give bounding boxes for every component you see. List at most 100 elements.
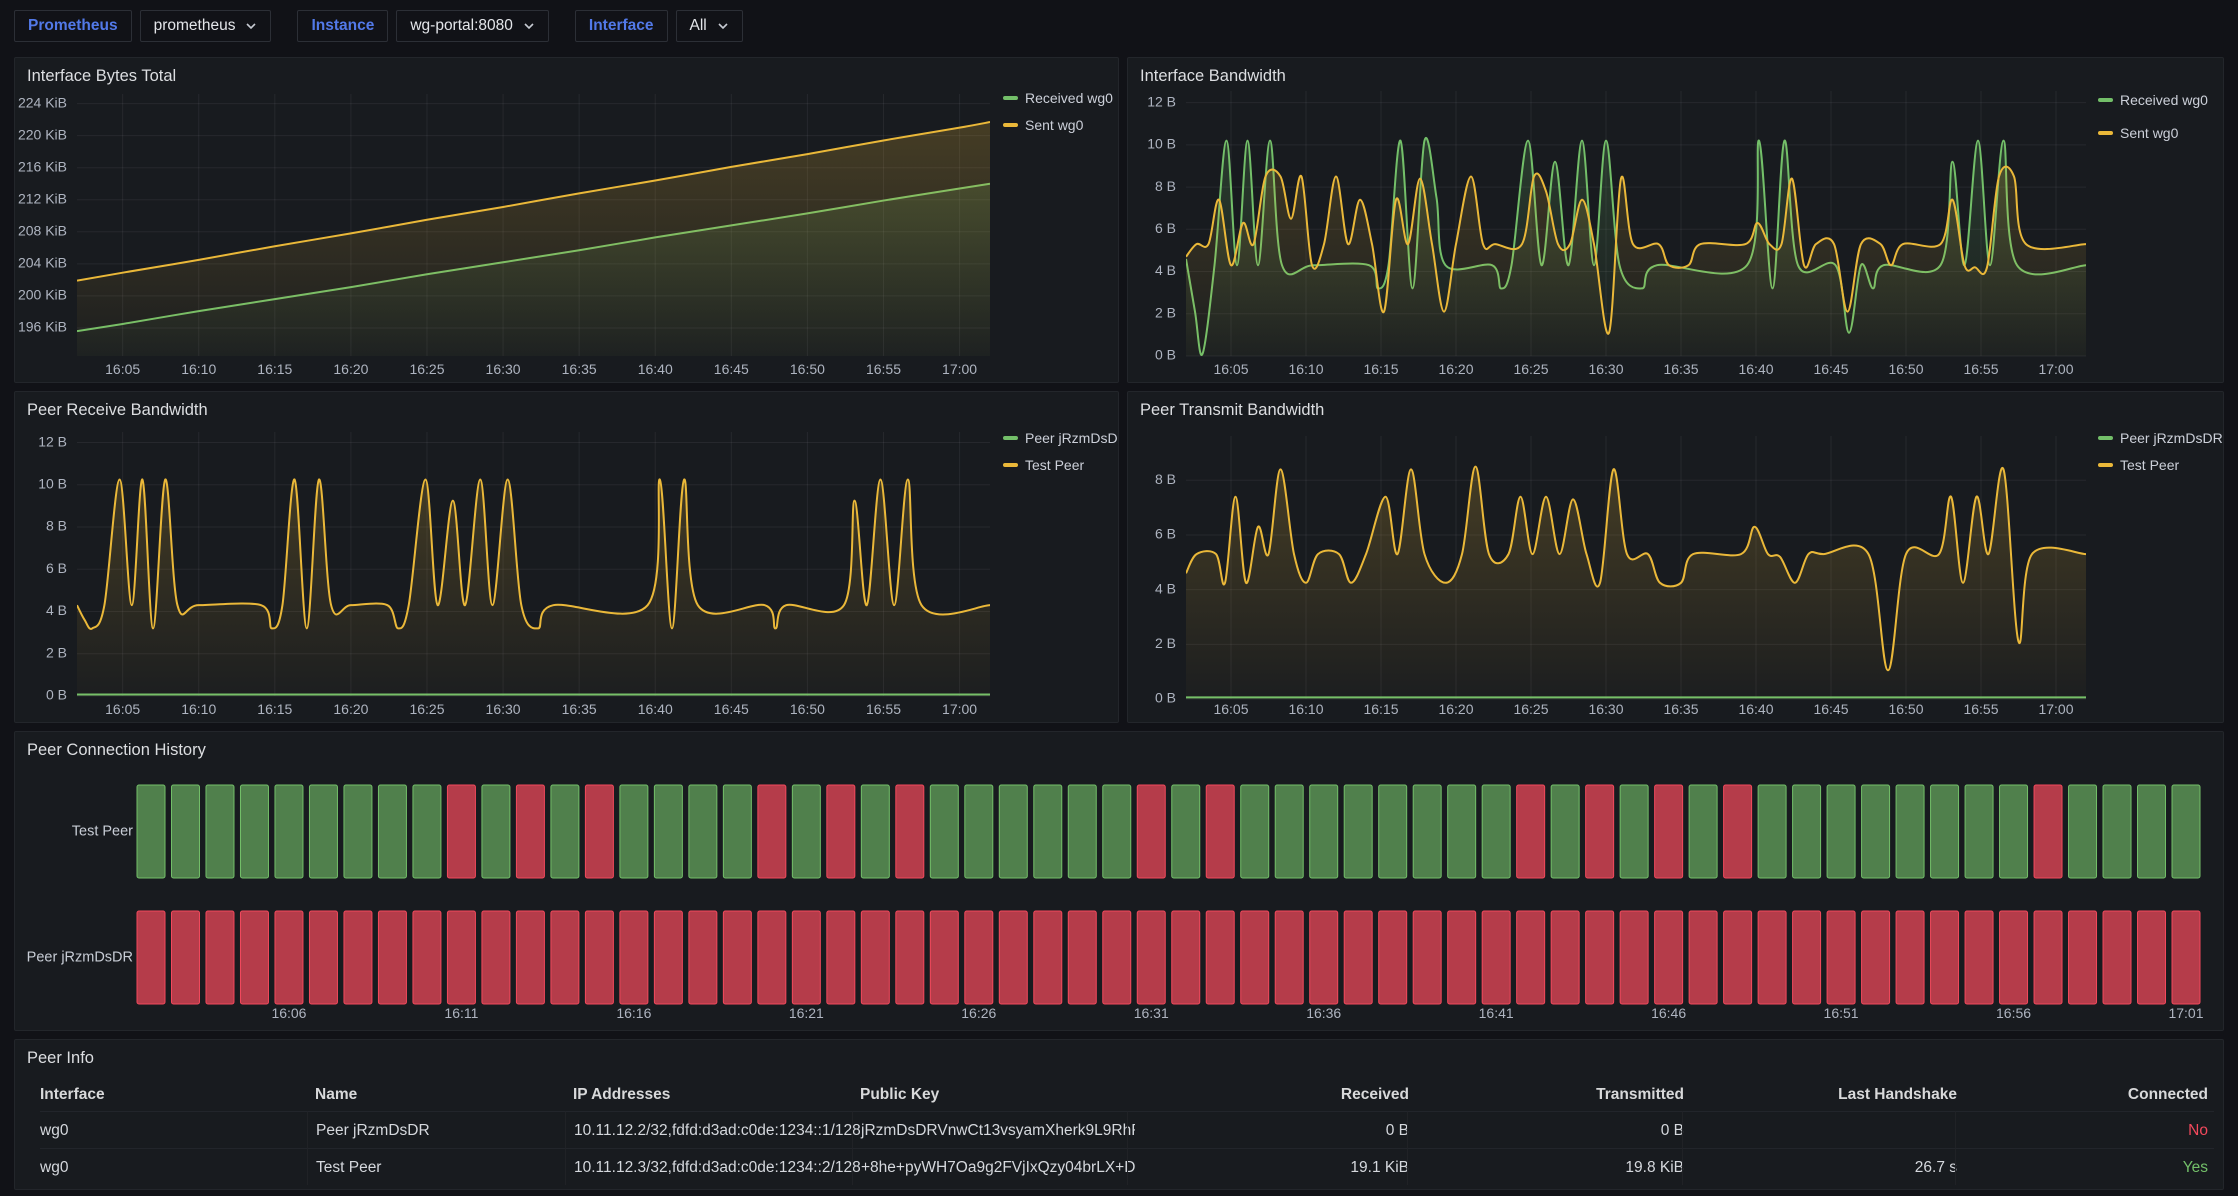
y-axis-tick-label: 204 KiB xyxy=(18,255,67,271)
variable-prometheus: Prometheus prometheus xyxy=(14,10,271,42)
legend-item-sent-wg0[interactable]: Sent wg0 xyxy=(2098,125,2179,141)
status-bar-disconnected xyxy=(344,911,372,1004)
x-axis-tick-label: 17:00 xyxy=(2038,361,2073,377)
y-axis-tick-label: 2 B xyxy=(1155,635,1176,651)
status-bar-connected xyxy=(1310,785,1338,878)
column-header-interface[interactable]: Interface xyxy=(40,1078,315,1111)
x-axis-tick-label: 16:26 xyxy=(961,1005,996,1021)
column-header-transmitted[interactable]: Transmitted xyxy=(1415,1078,1690,1111)
chart-canvas: 0 B2 B4 B6 B8 B16:0516:1016:1516:2016:25… xyxy=(1128,392,2223,722)
variable-value-instance[interactable]: wg-portal:8080 xyxy=(396,10,549,42)
y-axis-tick-label: 200 KiB xyxy=(18,287,67,303)
cell-last-handshake xyxy=(1682,1111,1963,1148)
status-bar-disconnected xyxy=(2034,911,2062,1004)
status-bar-connected xyxy=(1379,785,1407,878)
legend-item-received-wg0[interactable]: Received wg0 xyxy=(2098,92,2208,108)
column-header-ip-addresses[interactable]: IP Addresses xyxy=(573,1078,860,1111)
panel-title[interactable]: Interface Bandwidth xyxy=(1140,67,1286,86)
chevron-down-icon xyxy=(245,22,257,30)
legend-label: Peer jRzmDsDR xyxy=(2120,430,2223,446)
status-bar-connected xyxy=(1275,785,1303,878)
panel-title[interactable]: Interface Bytes Total xyxy=(27,67,176,86)
status-bar-disconnected xyxy=(1172,911,1200,1004)
legend-label: Test Peer xyxy=(2120,457,2179,473)
status-bar-connected xyxy=(171,785,199,878)
dashboard-controls: Prometheus prometheus Instance wg-portal… xyxy=(14,10,743,42)
status-bar-connected xyxy=(1758,785,1786,878)
status-bar-disconnected xyxy=(1586,785,1614,878)
cell-connected: Yes xyxy=(1955,1148,2214,1185)
cell-ip-addresses: 10.11.12.3/32,fdfd:d3ad:c0de:1234::2/128 xyxy=(565,1148,860,1185)
status-bar-connected xyxy=(1482,785,1510,878)
status-bar-disconnected xyxy=(965,911,993,1004)
status-bar-disconnected xyxy=(1310,911,1338,1004)
chart-canvas: 0 B2 B4 B6 B8 B10 B12 B16:0516:1016:1516… xyxy=(1128,58,2223,382)
x-axis-tick-label: 16:41 xyxy=(1479,1005,1514,1021)
x-axis-tick-label: 16:40 xyxy=(638,701,673,717)
status-row-label: Test Peer xyxy=(72,823,133,839)
legend-item-test-peer[interactable]: Test Peer xyxy=(2098,457,2179,473)
column-header-connected[interactable]: Connected xyxy=(1963,1078,2214,1111)
x-axis-tick-label: 16:51 xyxy=(1824,1005,1859,1021)
status-bar-disconnected xyxy=(827,785,855,878)
panel-peer-receive-bandwidth: Peer Receive Bandwidth 0 B2 B4 B6 B8 B10… xyxy=(14,391,1119,723)
status-bar-connected xyxy=(206,785,234,878)
cell-last-handshake: 26.7 s xyxy=(1682,1148,1963,1185)
status-bar-disconnected xyxy=(1827,911,1855,1004)
x-axis-tick-label: 16:20 xyxy=(333,701,368,717)
legend-item-peer-jrzmdsdr[interactable]: Peer jRzmDsDR xyxy=(2098,430,2223,446)
legend-swatch xyxy=(1003,436,1018,440)
x-axis-tick-label: 16:36 xyxy=(1306,1005,1341,1021)
chevron-down-icon xyxy=(717,22,729,30)
x-axis-tick-label: 16:55 xyxy=(866,361,901,377)
x-axis-tick-label: 16:25 xyxy=(409,361,444,377)
y-axis-tick-label: 12 B xyxy=(38,433,67,449)
status-bar-disconnected xyxy=(2000,911,2028,1004)
y-axis-tick-label: 224 KiB xyxy=(18,94,67,110)
y-axis-tick-label: 10 B xyxy=(1147,136,1176,152)
column-header-public-key[interactable]: Public Key xyxy=(860,1078,1135,1111)
status-bar-disconnected xyxy=(1206,911,1234,1004)
legend-item-received-wg0[interactable]: Received wg0 xyxy=(1003,90,1113,106)
panel-title[interactable]: Peer Connection History xyxy=(27,741,206,760)
panel-title[interactable]: Peer Transmit Bandwidth xyxy=(1140,401,1324,420)
legend-swatch xyxy=(2098,463,2113,467)
series-test-peer xyxy=(1186,467,2086,699)
legend-item-test-peer[interactable]: Test Peer xyxy=(1003,457,1084,473)
cell-public-key: jRzmDsDRVnwCt13vsyamXherk9L9RhRc xyxy=(852,1111,1135,1148)
column-header-received[interactable]: Received xyxy=(1135,1078,1415,1111)
panel-title[interactable]: Peer Receive Bandwidth xyxy=(27,401,208,420)
cell-transmitted: 0 B xyxy=(1407,1111,1690,1148)
x-axis-tick-label: 16:46 xyxy=(1651,1005,1686,1021)
variable-label-prometheus: Prometheus xyxy=(14,10,132,42)
status-bar-disconnected xyxy=(1896,911,1924,1004)
status-bar-disconnected xyxy=(861,911,889,1004)
variable-value-interface[interactable]: All xyxy=(676,10,743,42)
status-bar-disconnected xyxy=(758,785,786,878)
status-bar-disconnected xyxy=(2138,911,2166,1004)
status-bar-connected xyxy=(551,785,579,878)
status-bar-disconnected xyxy=(378,911,406,1004)
status-bar-disconnected xyxy=(309,911,337,1004)
status-bar-disconnected xyxy=(620,911,648,1004)
column-header-name[interactable]: Name xyxy=(315,1078,573,1111)
status-bar-connected xyxy=(378,785,406,878)
y-axis-tick-label: 4 B xyxy=(46,602,67,618)
status-bar-disconnected xyxy=(1724,911,1752,1004)
x-axis-tick-label: 16:50 xyxy=(1888,361,1923,377)
peer-info-table: InterfaceNameIP AddressesPublic KeyRecei… xyxy=(15,1078,2223,1185)
status-bar-connected xyxy=(309,785,337,878)
status-bar-disconnected xyxy=(1758,911,1786,1004)
variable-value-prometheus[interactable]: prometheus xyxy=(140,10,272,42)
x-axis-tick-label: 16:05 xyxy=(105,361,140,377)
legend-item-peer-jrzmdsdr[interactable]: Peer jRzmDsDR xyxy=(1003,430,1118,446)
x-axis-tick-label: 16:06 xyxy=(271,1005,306,1021)
x-axis-tick-label: 16:15 xyxy=(1363,361,1398,377)
status-bar-disconnected xyxy=(137,911,165,1004)
y-axis-tick-label: 4 B xyxy=(1155,262,1176,278)
legend-item-sent-wg0[interactable]: Sent wg0 xyxy=(1003,117,1084,133)
x-axis-tick-label: 16:15 xyxy=(257,701,292,717)
x-axis-tick-label: 16:45 xyxy=(714,361,749,377)
column-header-last-handshake[interactable]: Last Handshake xyxy=(1690,1078,1963,1111)
panel-title[interactable]: Peer Info xyxy=(27,1049,94,1068)
